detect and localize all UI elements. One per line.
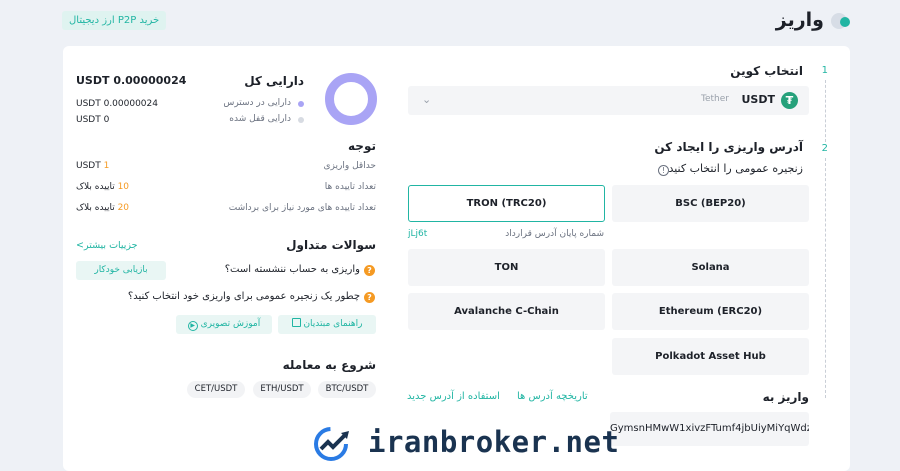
available-dot	[298, 101, 304, 107]
deposit-logo-icon	[831, 13, 850, 29]
question-icon: ?	[364, 265, 375, 276]
info-icon[interactable]: !	[658, 165, 669, 176]
video-tutorial-button[interactable]: ▶ آموزش تصویری	[176, 315, 272, 334]
notice-value-confirm: 10 تاییده بلاک	[76, 182, 130, 192]
notice-title: توجه	[348, 139, 376, 153]
network-subtitle: زنجیره عمومی را انتخاب کنید	[668, 162, 803, 175]
locked-value: USDT 0	[76, 115, 110, 125]
notice-label-min: حداقل واریزی	[323, 161, 376, 171]
network-polkadot[interactable]: Polkadot Asset Hub	[612, 338, 809, 375]
faq-question-2[interactable]: چطور یک زنجیره عمومی برای واریزی خود انت…	[128, 291, 360, 302]
network-tron[interactable]: TRON (TRC20)	[408, 185, 605, 222]
pair-btc[interactable]: BTC/USDT	[318, 381, 376, 398]
deposit-to-title: واریز به	[762, 390, 809, 404]
assets-total: USDT 0.00000024	[76, 74, 187, 87]
coin-symbol: USDT	[741, 93, 776, 106]
address-history-link[interactable]: تاریخچه آدرس ها	[517, 391, 588, 402]
contract-value: jLj6t	[408, 229, 428, 239]
new-address-link[interactable]: استفاده از آدرس جدید	[407, 391, 500, 402]
network-ton[interactable]: TON	[408, 249, 605, 286]
step-1-title: انتخاب کوین	[730, 64, 803, 78]
pair-eth[interactable]: ETH/USDT	[253, 381, 311, 398]
notice-label-confirm: تعداد تاییده ها	[324, 182, 376, 192]
trade-title: شروع به معامله	[282, 358, 376, 372]
available-value: USDT 0.00000024	[76, 99, 158, 109]
auto-recovery-button[interactable]: بازیابی خودکار	[76, 261, 166, 280]
faq-question-1[interactable]: واریزی به حساب ننشسته است؟	[225, 264, 360, 275]
notice-value-min: USDT 1	[76, 161, 110, 171]
network-solana[interactable]: Solana	[612, 249, 809, 286]
network-avalanche[interactable]: Avalanche C-Chain	[408, 293, 605, 330]
deposit-address: GymsnHMwW1xivzFTumf4jbUiyMiYqWdz	[610, 423, 809, 434]
question-icon: ?	[364, 292, 375, 303]
beginner-guide-button[interactable]: راهنمای مبتدیان	[278, 315, 376, 334]
faq-title: سوالات متداول	[286, 238, 376, 252]
watermark-text: iranbroker.net	[368, 425, 620, 459]
book-icon	[291, 318, 301, 327]
assets-donut-chart	[325, 73, 377, 125]
network-bsc[interactable]: BSC (BEP20)	[612, 185, 809, 222]
p2p-buy-button[interactable]: خرید P2P ارز دیجیتال	[62, 11, 167, 30]
chevron-down-icon: ⌄	[422, 93, 432, 106]
notice-value-withdraw: 20 تاییده بلاک	[76, 203, 130, 213]
pair-cet[interactable]: CET/USDT	[187, 381, 245, 398]
step-connector-2	[825, 158, 826, 398]
locked-dot	[298, 117, 304, 123]
locked-label: دارایی قفل شده	[229, 114, 291, 124]
notice-label-withdraw: تعداد تاییده های مورد نیاز برای برداشت	[228, 203, 376, 213]
assets-title: دارایی کل	[244, 74, 304, 88]
step-connector	[825, 80, 826, 142]
faq-more-link[interactable]: جزییات بیشتر>	[76, 240, 138, 251]
watermark-logo-icon	[314, 427, 349, 461]
network-ethereum[interactable]: Ethereum (ERC20)	[612, 293, 809, 330]
play-icon: ▶	[187, 321, 198, 331]
step-2-number: 2	[821, 143, 828, 154]
page-title: واریز	[775, 9, 824, 31]
coin-select[interactable]: ₮ USDT Tether ⌄	[408, 86, 809, 115]
coin-name: Tether	[701, 94, 729, 104]
contract-label: شماره پایان آدرس قرارداد	[505, 229, 604, 239]
available-label: دارایی در دسترس	[223, 98, 291, 108]
tether-icon: ₮	[781, 92, 798, 109]
step-2-title: آدرس واریزی را ایجاد کن	[654, 140, 803, 154]
step-1-number: 1	[821, 65, 828, 76]
deposit-address-box[interactable]: GymsnHMwW1xivzFTumf4jbUiyMiYqWdz	[610, 412, 809, 446]
